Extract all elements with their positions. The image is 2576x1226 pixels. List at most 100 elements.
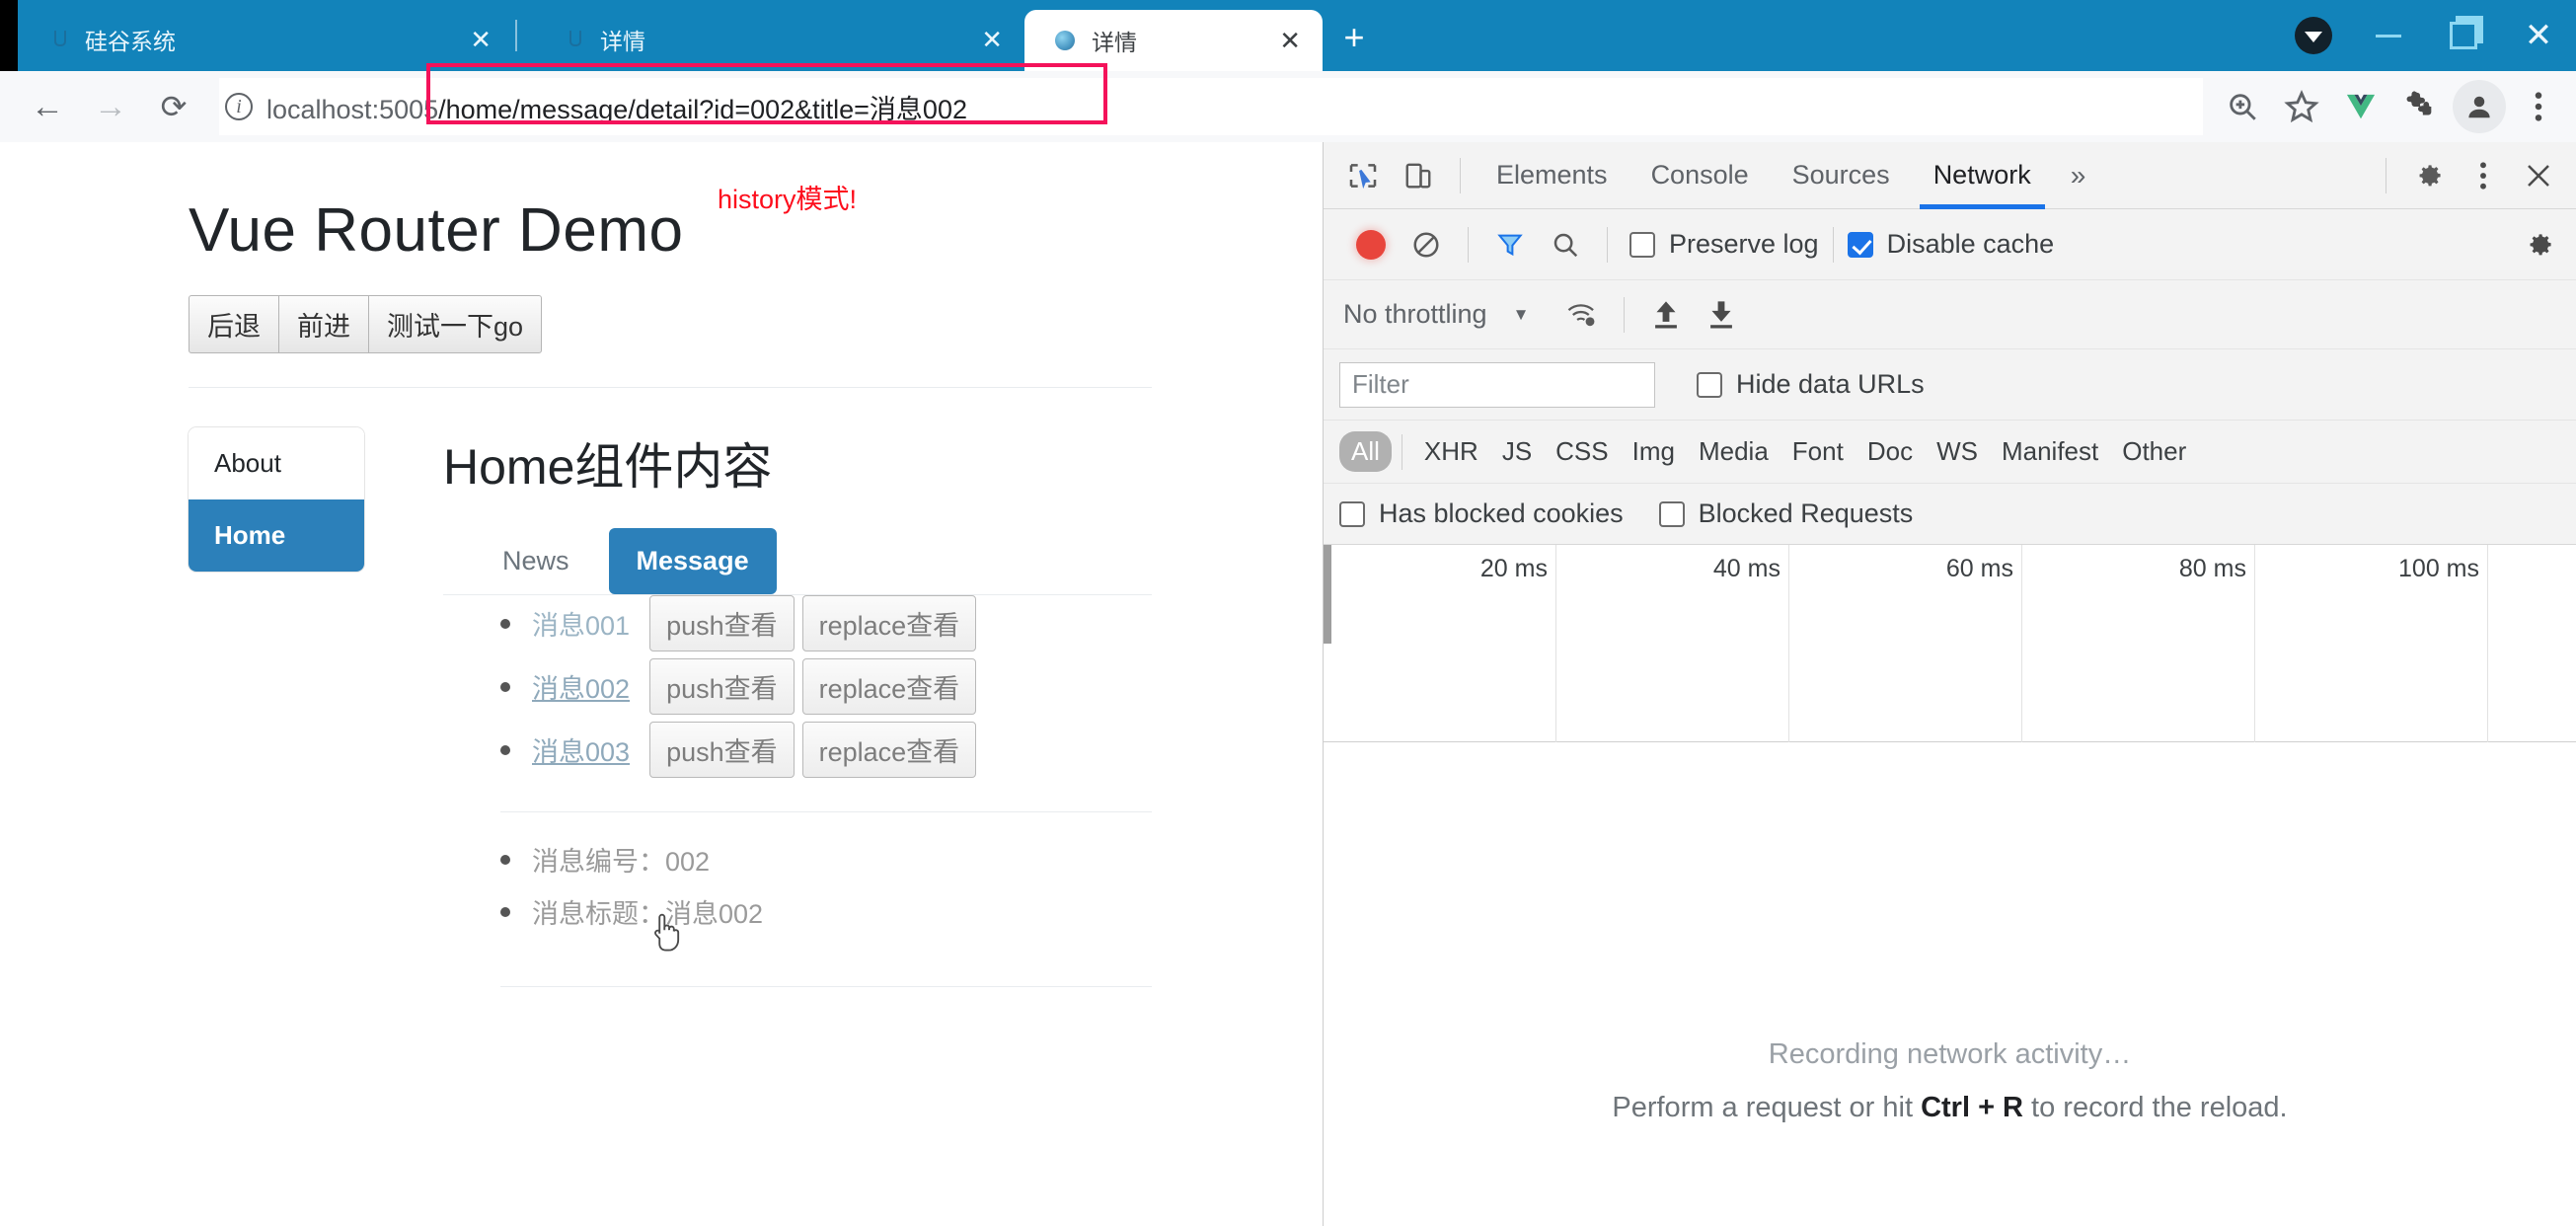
replace-view-button[interactable]: replace查看: [801, 722, 977, 778]
close-tab-icon[interactable]: ✕: [470, 27, 492, 52]
message-link[interactable]: 消息002: [532, 667, 630, 706]
vue-devtools-icon[interactable]: [2331, 77, 2390, 136]
type-filter-xhr[interactable]: XHR: [1412, 431, 1490, 472]
throttling-select[interactable]: No throttling ▼: [1343, 299, 1529, 330]
content-row: About Home Home组件内容 News Message 消息001 p…: [117, 427, 1223, 987]
push-view-button[interactable]: push查看: [649, 595, 795, 651]
reload-button[interactable]: ⟳: [142, 75, 205, 138]
checkbox-box[interactable]: [1339, 500, 1365, 527]
preserve-log-label: Preserve log: [1669, 229, 1819, 259]
device-toolbar-icon[interactable]: [1391, 148, 1446, 203]
export-har-download-icon[interactable]: [1694, 287, 1749, 343]
maximize-window-button[interactable]: [2426, 0, 2501, 71]
back-action-button[interactable]: 后退: [189, 295, 279, 353]
tab-network[interactable]: Network: [1912, 142, 2053, 209]
close-window-button[interactable]: ✕: [2501, 0, 2576, 71]
type-filter-img[interactable]: Img: [1621, 431, 1687, 472]
close-devtools-icon[interactable]: [2511, 148, 2566, 203]
divider: [500, 986, 1152, 987]
extensions-puzzle-icon[interactable]: [2390, 77, 2450, 136]
settings-gear-icon[interactable]: [2400, 148, 2456, 203]
disable-cache-label: Disable cache: [1886, 229, 2055, 259]
checkbox-box[interactable]: [1658, 500, 1685, 527]
type-filter-css[interactable]: CSS: [1544, 431, 1620, 472]
search-icon[interactable]: [1538, 217, 1593, 272]
type-filter-other[interactable]: Other: [2110, 431, 2198, 472]
replace-view-button[interactable]: replace查看: [801, 595, 977, 651]
back-button[interactable]: ←: [16, 75, 79, 138]
address-bar[interactable]: i localhost:5005/home/message/detail?id=…: [219, 78, 2203, 135]
forward-button[interactable]: →: [79, 75, 142, 138]
devtools-panel: Elements Console Sources Network » Prese…: [1323, 142, 2576, 1226]
sidebar-item-home[interactable]: Home: [189, 499, 364, 572]
home-child-tabs: News Message: [502, 528, 1152, 594]
new-tab-button[interactable]: +: [1330, 16, 1378, 63]
tab-sources[interactable]: Sources: [1771, 142, 1912, 209]
devtools-menu-icon[interactable]: [2456, 148, 2511, 203]
message-actions: push查看 replace查看: [642, 722, 977, 778]
zoom-in-icon[interactable]: [2213, 77, 2272, 136]
blocked-requests-label: Blocked Requests: [1698, 498, 1914, 528]
push-view-button[interactable]: push查看: [649, 722, 795, 778]
record-button[interactable]: [1343, 217, 1399, 272]
network-timeline-overview[interactable]: 20 ms 40 ms 60 ms 80 ms 100 ms: [1324, 545, 2576, 742]
url-text: localhost:5005/home/message/detail?id=00…: [266, 88, 967, 126]
type-filter-doc[interactable]: Doc: [1856, 431, 1925, 472]
filter-toggle-icon[interactable]: [1482, 217, 1538, 272]
type-filter-media[interactable]: Media: [1687, 431, 1780, 472]
message-list: 消息001 push查看 replace查看 消息002 push查看 repl…: [443, 595, 1152, 778]
timeline-segment: 20 ms: [1331, 545, 1556, 742]
minimize-window-button[interactable]: [2351, 0, 2426, 71]
type-filter-ws[interactable]: WS: [1925, 431, 1990, 472]
browser-tab-1[interactable]: 硅谷系统 ✕: [18, 8, 513, 71]
disable-cache-checkbox[interactable]: Disable cache: [1847, 229, 2055, 260]
tab-elements[interactable]: Elements: [1475, 142, 1629, 209]
network-settings-gear-icon[interactable]: [2511, 217, 2566, 272]
history-mode-annotation: history模式!: [718, 185, 858, 214]
go-test-button[interactable]: 测试一下go: [368, 295, 543, 353]
chrome-menu-icon[interactable]: [2509, 77, 2568, 136]
hide-data-urls-checkbox[interactable]: Hide data URLs: [1697, 369, 1925, 400]
tab-console[interactable]: Console: [1629, 142, 1771, 209]
blocked-requests-checkbox[interactable]: Blocked Requests: [1658, 498, 1914, 529]
bullet-icon: [500, 618, 510, 629]
message-link[interactable]: 消息003: [532, 730, 630, 769]
preserve-log-checkbox[interactable]: Preserve log: [1629, 229, 1819, 260]
timeline-drag-handle[interactable]: [1324, 545, 1331, 644]
checkbox-box[interactable]: [1629, 231, 1655, 258]
browser-tab-3-active[interactable]: 详情 ✕: [1024, 10, 1323, 71]
site-info-icon[interactable]: i: [225, 93, 253, 120]
browser-toolbar-icons: [2213, 77, 2568, 136]
clear-requests-icon[interactable]: [1399, 217, 1454, 272]
profile-avatar-icon[interactable]: [2450, 77, 2509, 136]
browser-tab-2[interactable]: 详情 ✕: [533, 8, 1024, 71]
import-har-upload-icon[interactable]: [1638, 287, 1694, 343]
downloads-badge-icon[interactable]: [2276, 0, 2351, 71]
bookmark-star-icon[interactable]: [2272, 77, 2331, 136]
checkbox-box[interactable]: [1697, 371, 1722, 398]
recording-status-text: Recording network activity…: [1768, 1038, 2132, 1070]
has-blocked-cookies-checkbox[interactable]: Has blocked cookies: [1339, 498, 1624, 529]
tab-news[interactable]: News: [502, 528, 569, 594]
inspect-element-icon[interactable]: [1335, 148, 1391, 203]
type-filter-all[interactable]: All: [1339, 431, 1392, 472]
type-filter-js[interactable]: JS: [1490, 431, 1544, 472]
replace-view-button[interactable]: replace查看: [801, 658, 977, 715]
network-conditions-wifi-icon[interactable]: [1554, 287, 1610, 343]
sidebar-item-about[interactable]: About: [189, 427, 364, 499]
push-view-button[interactable]: push查看: [649, 658, 795, 715]
list-item: 消息标题：消息002: [500, 892, 1152, 931]
checkbox-box[interactable]: [1847, 231, 1873, 258]
close-tab-icon[interactable]: ✕: [981, 27, 1003, 52]
tab-message[interactable]: Message: [608, 528, 777, 594]
message-link[interactable]: 消息001: [532, 604, 630, 643]
filter-row: Filter Hide data URLs: [1324, 349, 2576, 421]
filter-placeholder: Filter: [1352, 369, 1409, 399]
close-tab-icon[interactable]: ✕: [1279, 28, 1301, 53]
forward-action-button[interactable]: 前进: [278, 295, 369, 353]
type-filter-font[interactable]: Font: [1780, 431, 1856, 472]
type-filter-manifest[interactable]: Manifest: [1990, 431, 2110, 472]
bullet-icon: [500, 854, 510, 865]
filter-input[interactable]: Filter: [1339, 361, 1655, 408]
more-tabs-icon[interactable]: »: [2053, 160, 2104, 192]
